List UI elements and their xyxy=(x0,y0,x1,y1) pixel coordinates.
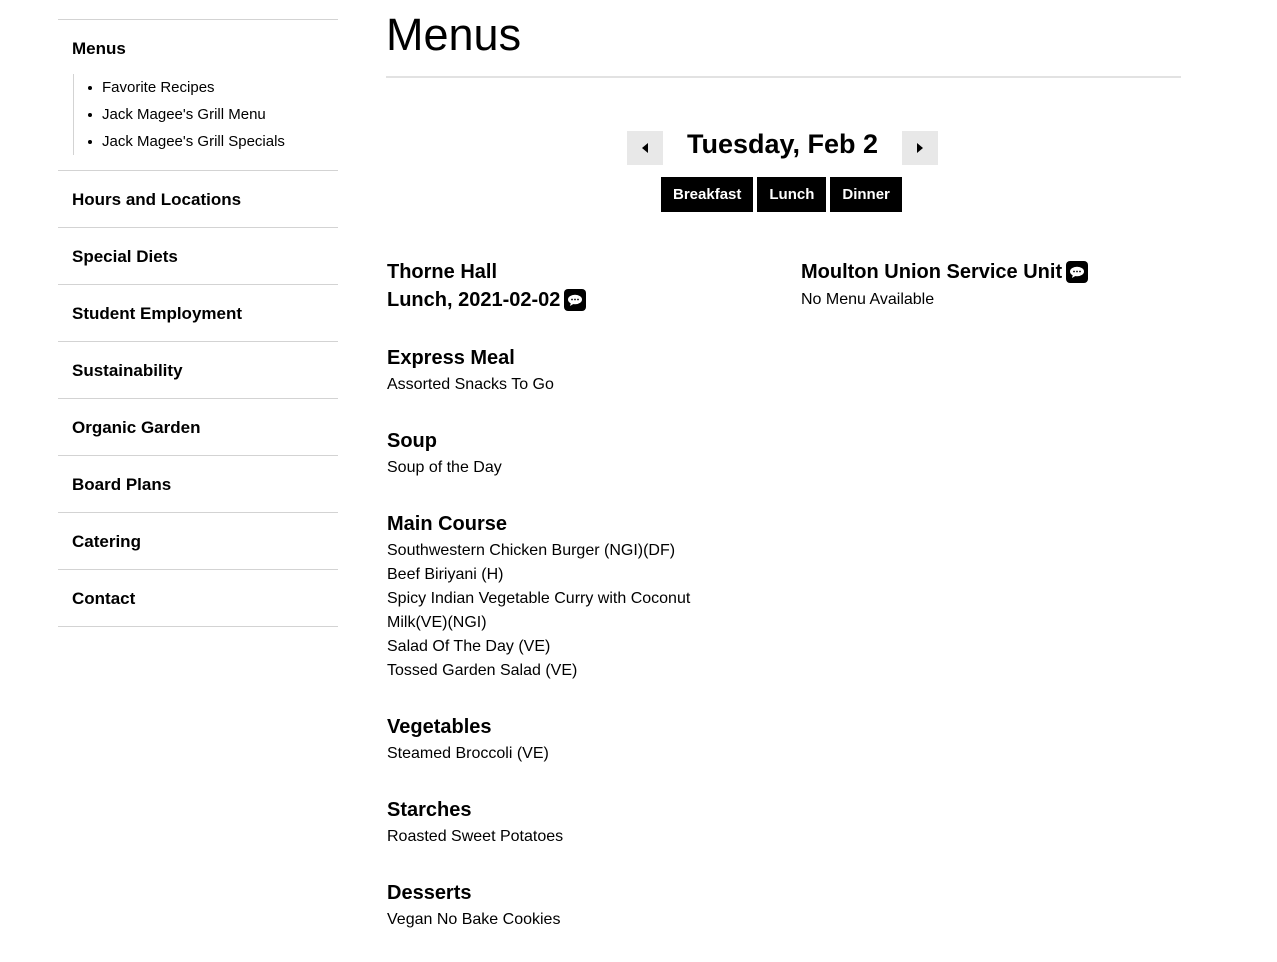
sidebar-item-catering[interactable]: Catering xyxy=(58,513,338,570)
station-title: Soup xyxy=(387,430,437,452)
sidebar-section: Contact xyxy=(58,570,338,627)
sidebar-item-sustainability[interactable]: Sustainability xyxy=(58,342,338,399)
station-title: Main Course xyxy=(387,513,508,535)
dish-list: Vegan No Bake Cookies xyxy=(387,908,787,932)
station-express-meal: Express Meal Assorted Snacks To Go xyxy=(387,344,787,397)
station-title: Vegetables xyxy=(387,716,492,738)
sidebar-section: Organic Garden xyxy=(58,399,338,456)
sidebar-item-organic-garden[interactable]: Organic Garden xyxy=(58,399,338,456)
dish-list: Roasted Sweet Potatoes xyxy=(387,825,787,849)
meal-tabs: Breakfast Lunch Dinner xyxy=(661,177,902,212)
lunch-button[interactable]: Lunch xyxy=(757,177,827,212)
sidebar-item-contact[interactable]: Contact xyxy=(58,570,338,627)
menu-item: Southwestern Chicken Burger (NGI)(DF) xyxy=(387,542,676,559)
sidebar-item-student-employment[interactable]: Student Employment xyxy=(58,285,338,342)
station-soup: Soup Soup of the Day xyxy=(387,427,787,480)
dish-list: Soup of the Day xyxy=(387,456,787,480)
subnav-item-favorite-recipes[interactable]: Favorite Recipes xyxy=(84,74,314,101)
next-day-button[interactable] xyxy=(902,131,938,165)
station-title: Express Meal xyxy=(387,347,515,369)
sidebar-section: Student Employment xyxy=(58,285,338,342)
menu-item: Assorted Snacks To Go xyxy=(387,376,554,393)
station-starches: Starches Roasted Sweet Potatoes xyxy=(387,796,787,849)
dinner-button[interactable]: Dinner xyxy=(830,177,902,212)
breakfast-button[interactable]: Breakfast xyxy=(661,177,754,212)
subnav-item-grill-specials[interactable]: Jack Magee's Grill Specials xyxy=(84,128,314,155)
menu-item: Roasted Sweet Potatoes xyxy=(387,828,564,845)
current-date: Tuesday, Feb 2 xyxy=(686,129,879,159)
sidebar-section: Hours and Locations xyxy=(58,171,338,228)
station-title: Starches xyxy=(387,799,472,821)
station-vegetables: Vegetables Steamed Broccoli (VE) xyxy=(387,713,787,766)
main-content: Menus Tuesday, Feb 2 Breakfast Lunch Din… xyxy=(386,0,1181,928)
subnav-item-grill-menu[interactable]: Jack Magee's Grill Menu xyxy=(84,101,314,128)
no-menu-message: No Menu Available xyxy=(801,291,935,308)
menu-item: Soup of the Day xyxy=(387,459,502,476)
date-navigator: Tuesday, Feb 2 xyxy=(386,129,1181,165)
sidebar-subnav: Favorite Recipes Jack Magee's Grill Menu… xyxy=(73,74,314,155)
location-name: Thorne Hall xyxy=(387,261,498,283)
caret-right-icon xyxy=(917,143,923,153)
menu-item: Vegan No Bake Cookies xyxy=(387,911,561,928)
location-header: Moulton Union Service Unit xyxy=(801,258,1181,286)
menu-item: Salad Of The Day (VE) xyxy=(387,638,551,655)
sidebar-section: Board Plans xyxy=(58,456,338,513)
location-moulton-union: Moulton Union Service Unit No Menu Avail… xyxy=(801,258,1181,314)
dish-list: Southwestern Chicken Burger (NGI)(DF) Be… xyxy=(387,539,727,683)
subnav-item-label[interactable]: Favorite Recipes xyxy=(102,79,215,96)
chat-bubble-icon[interactable] xyxy=(1066,261,1089,283)
sidebar-section: Sustainability xyxy=(58,342,338,399)
meal-date-label: Lunch, 2021-02-02 xyxy=(387,289,561,311)
previous-day-button[interactable] xyxy=(627,131,663,165)
subnav-item-label[interactable]: Jack Magee's Grill Specials xyxy=(102,133,285,150)
station-title: Desserts xyxy=(387,882,472,904)
location-meal-header: Lunch, 2021-02-02 xyxy=(387,286,787,314)
sidebar-item-board-plans[interactable]: Board Plans xyxy=(58,456,338,513)
caret-left-icon xyxy=(642,143,648,153)
location-name: Moulton Union Service Unit xyxy=(801,261,1063,283)
sidebar-section: Special Diets xyxy=(58,228,338,285)
dish-list: Steamed Broccoli (VE) xyxy=(387,742,787,766)
sidebar-section-menus: Menus Favorite Recipes Jack Magee's Gril… xyxy=(58,20,338,171)
menu-item: Steamed Broccoli (VE) xyxy=(387,745,549,762)
sidebar-item-menus[interactable]: Menus xyxy=(58,38,338,60)
subnav-item-label[interactable]: Jack Magee's Grill Menu xyxy=(102,106,266,123)
menu-item: Tossed Garden Salad (VE) xyxy=(387,662,578,679)
chat-bubble-icon[interactable] xyxy=(564,289,587,311)
station-main-course: Main Course Southwestern Chicken Burger … xyxy=(387,510,787,683)
sidebar-item-hours-locations[interactable]: Hours and Locations xyxy=(58,171,338,228)
dish-list: Assorted Snacks To Go xyxy=(387,373,787,397)
menu-item: Spicy Indian Vegetable Curry with Coconu… xyxy=(387,590,691,631)
station-desserts: Desserts Vegan No Bake Cookies xyxy=(387,879,787,932)
menu-item: Beef Biriyani (H) xyxy=(387,566,504,583)
sidebar: Menus Favorite Recipes Jack Magee's Gril… xyxy=(58,19,338,627)
sidebar-item-special-diets[interactable]: Special Diets xyxy=(58,228,338,285)
sidebar-section: Catering xyxy=(58,513,338,570)
page-title: Menus xyxy=(386,0,1181,78)
location-thorne-hall: Thorne Hall Lunch, 2021-02-02 Express Me… xyxy=(387,258,787,932)
